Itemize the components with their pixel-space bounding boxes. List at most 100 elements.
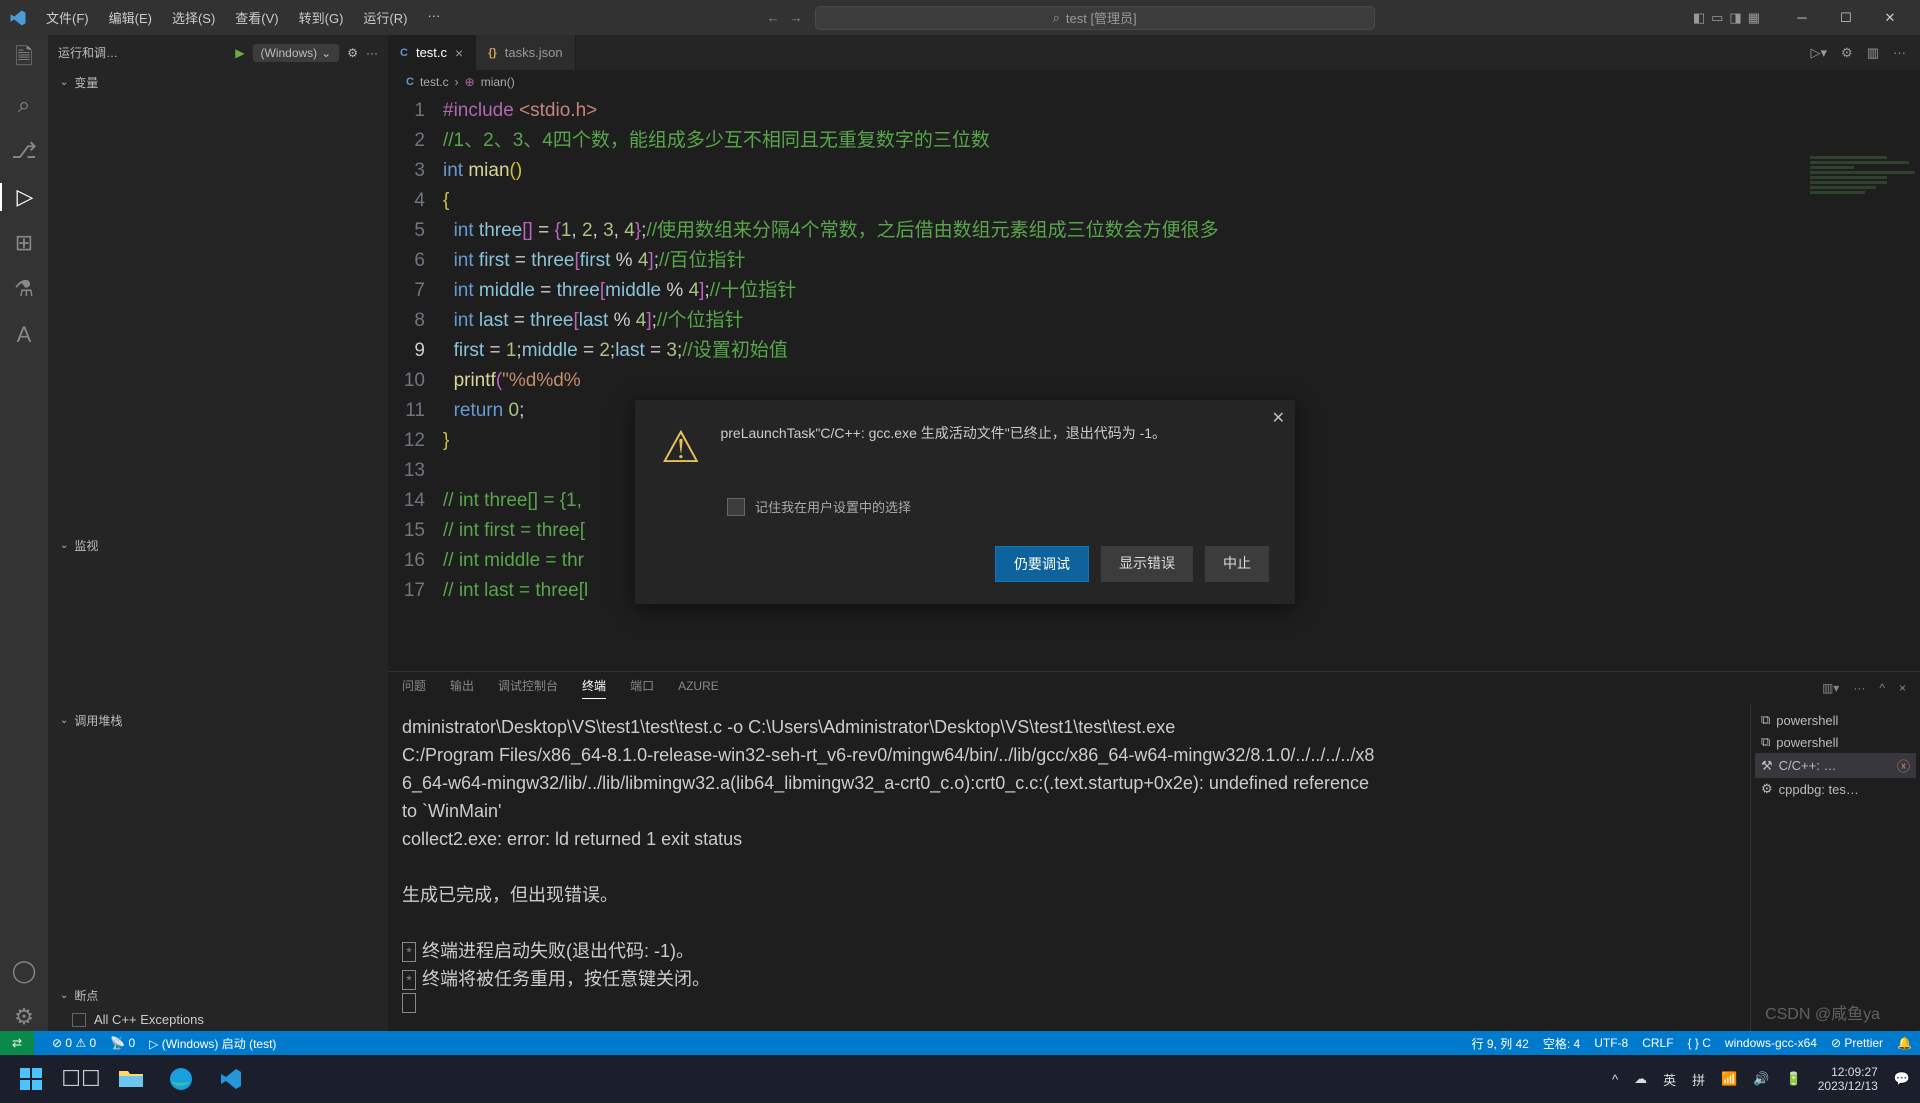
file-explorer-icon[interactable] [110, 1058, 152, 1100]
menu-edit[interactable]: 编辑(E) [101, 4, 160, 31]
panel-tab-terminal[interactable]: 终端 [582, 677, 606, 699]
terminal-label: powershell [1776, 713, 1838, 728]
nav-forward-icon[interactable]: → [790, 10, 803, 25]
menu-go[interactable]: 转到(G) [291, 4, 352, 31]
tray-notifications-icon[interactable]: 💬 [1894, 1071, 1910, 1087]
tray-wifi-icon[interactable]: 📶 [1721, 1071, 1737, 1087]
close-panel-icon[interactable]: × [1899, 681, 1906, 695]
remember-checkbox[interactable] [727, 498, 745, 516]
testing-icon[interactable]: ⚗ [10, 275, 38, 303]
terminal-item-powershell[interactable]: ⧉ powershell [1755, 709, 1916, 731]
tray-clock[interactable]: 12:09:27 2023/12/13 [1818, 1065, 1878, 1093]
tray-battery-icon[interactable]: 🔋 [1786, 1071, 1802, 1087]
run-dropdown-icon[interactable]: ▷▾ [1811, 45, 1828, 61]
debug-anyway-button[interactable]: 仍要调试 [995, 546, 1089, 582]
terminal-output[interactable]: dministrator\Desktop\VS\test1\test\test.… [388, 703, 1750, 1031]
section-watch[interactable]: ⌄监视 [48, 533, 388, 558]
tray-volume-icon[interactable]: 🔊 [1753, 1071, 1769, 1087]
status-encoding[interactable]: UTF-8 [1594, 1036, 1628, 1050]
more-icon[interactable]: ··· [366, 46, 378, 60]
explorer-icon[interactable]: 🗎 [10, 45, 38, 73]
abort-button[interactable]: 中止 [1205, 546, 1269, 582]
maximize-panel-icon[interactable]: ^ [1879, 681, 1885, 695]
minimap[interactable] [1806, 154, 1916, 274]
panel-tab-ports[interactable]: 端口 [630, 677, 654, 698]
breakpoint-checkbox[interactable] [72, 1013, 86, 1027]
vscode-taskbar-icon[interactable] [210, 1058, 252, 1100]
status-launch[interactable]: ▷ (Windows) 启动 (test) [149, 1035, 276, 1052]
debug-config-label: (Windows) [261, 46, 318, 60]
tray-ime2[interactable]: 拼 [1692, 1070, 1705, 1089]
status-ports[interactable]: 📡 0 [110, 1036, 135, 1050]
layout-panel-bottom-icon[interactable]: ▭ [1711, 10, 1723, 26]
menu-run[interactable]: 运行(R) [355, 4, 415, 31]
terminal-item-powershell[interactable]: ⧉powershell [1755, 731, 1916, 753]
window-maximize-icon[interactable]: ☐ [1824, 1, 1868, 35]
dialog-close-icon[interactable]: ✕ [1272, 408, 1285, 428]
azure-icon[interactable]: A [10, 321, 38, 349]
extensions-icon[interactable]: ⊞ [10, 229, 38, 257]
search-activity-icon[interactable]: ⌕ [10, 91, 38, 119]
status-lang[interactable]: { } C [1688, 1036, 1711, 1050]
layout-panel-right-icon[interactable]: ◨ [1729, 10, 1741, 26]
tab-tasks-json[interactable]: {} tasks.json [476, 35, 575, 70]
status-cursor[interactable]: 行 9, 列 42 [1472, 1035, 1529, 1052]
panel-tab-problems[interactable]: 问题 [402, 677, 426, 698]
debug-config-select[interactable]: (Windows) ⌄ [253, 44, 340, 62]
tab-test-c[interactable]: C test.c × [388, 35, 476, 70]
more-actions-icon[interactable]: ··· [1893, 45, 1906, 60]
task-view-icon[interactable]: ☐☐ [60, 1058, 102, 1100]
section-breakpoints[interactable]: ⌄断点 [48, 983, 388, 1008]
remote-icon[interactable]: ⇄ [0, 1031, 34, 1055]
status-spaces[interactable]: 空格: 4 [1543, 1035, 1580, 1052]
settings-icon[interactable]: ⚙ [1841, 45, 1853, 61]
section-callstack[interactable]: ⌄调用堆栈 [48, 708, 388, 733]
settings-gear-icon[interactable]: ⚙ [10, 1003, 38, 1031]
start-button[interactable] [10, 1058, 52, 1100]
nav-back-icon[interactable]: ← [767, 10, 780, 25]
run-debug-icon[interactable]: ▷ [0, 183, 48, 211]
terminal-icon: ⧉ [1761, 712, 1770, 728]
status-errors[interactable]: ⊘ 0 ⚠ 0 [52, 1036, 96, 1050]
status-intellisense[interactable]: windows-gcc-x64 [1725, 1036, 1817, 1050]
tray-ime1[interactable]: 英 [1663, 1070, 1676, 1089]
menu-more[interactable]: ··· [419, 4, 448, 31]
tray-chevron-icon[interactable]: ^ [1612, 1072, 1618, 1087]
bottom-panel: 问题 输出 调试控制台 终端 端口 AZURE ▥▾ ··· ^ × dmini… [388, 671, 1920, 1031]
status-prettier[interactable]: ⊘ Prettier [1831, 1036, 1883, 1050]
panel-tab-debug[interactable]: 调试控制台 [498, 677, 558, 698]
tools-icon: ⚒ [1761, 758, 1773, 774]
command-center[interactable]: ⌕ test [管理员] [815, 6, 1375, 30]
layout-panel-left-icon[interactable]: ◧ [1693, 10, 1705, 26]
search-icon: ⌕ [1053, 10, 1060, 26]
breadcrumb[interactable]: C test.c › ⊕ mian() [388, 70, 1920, 94]
menu-view[interactable]: 查看(V) [227, 4, 286, 31]
windows-taskbar: ☐☐ ^ ☁ 英 拼 📶 🔊 🔋 12:09:27 2023/12/13 💬 [0, 1055, 1920, 1103]
menu-select[interactable]: 选择(S) [164, 4, 223, 31]
tray-onedrive-icon[interactable]: ☁ [1634, 1071, 1647, 1087]
show-errors-button[interactable]: 显示错误 [1101, 546, 1193, 582]
close-icon[interactable]: × [455, 45, 463, 61]
section-variables[interactable]: ⌄变量 [48, 70, 388, 95]
split-editor-icon[interactable]: ▥ [1867, 45, 1879, 61]
source-control-icon[interactable]: ⎇ [10, 137, 38, 165]
error-close-icon[interactable]: ⓧ [1897, 756, 1910, 775]
window-minimize-icon[interactable]: ─ [1780, 1, 1824, 35]
accounts-icon[interactable]: ◯ [10, 957, 38, 985]
panel-tab-output[interactable]: 输出 [450, 677, 474, 698]
terminal-item-task[interactable]: ⚒C/C++: …ⓧ [1755, 753, 1916, 778]
chevron-down-icon: ⌄ [321, 46, 331, 60]
gear-icon[interactable]: ⚙ [347, 46, 358, 60]
start-debug-icon[interactable]: ▶ [235, 46, 244, 60]
window-close-icon[interactable]: ✕ [1868, 1, 1912, 35]
menu-file[interactable]: 文件(F) [38, 4, 97, 31]
more-icon[interactable]: ··· [1853, 681, 1865, 695]
layout-customize-icon[interactable]: ▦ [1748, 10, 1760, 26]
terminal-item-debug[interactable]: ⚙cppdbg: tes… [1755, 778, 1916, 800]
status-eol[interactable]: CRLF [1642, 1036, 1673, 1050]
chevron-right-icon: › [455, 75, 459, 89]
edge-browser-icon[interactable] [160, 1058, 202, 1100]
terminal-split-icon[interactable]: ▥▾ [1822, 681, 1839, 695]
status-bell-icon[interactable]: 🔔 [1897, 1036, 1912, 1050]
panel-tab-azure[interactable]: AZURE [678, 679, 719, 697]
